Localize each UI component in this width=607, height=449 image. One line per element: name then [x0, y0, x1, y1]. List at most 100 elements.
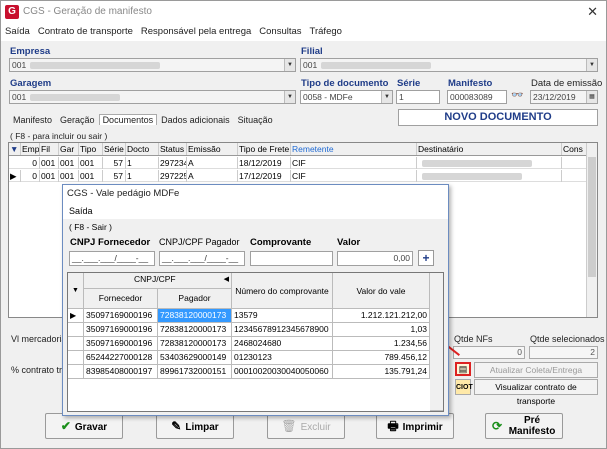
chevron-down-icon: ▼ — [381, 91, 392, 103]
window-title: CGS - Geração de manifesto — [23, 6, 152, 17]
gravar-button[interactable]: ✔ Gravar — [45, 413, 123, 439]
printer-icon: 🖶 — [387, 419, 399, 433]
col-emissao[interactable]: Emissão — [187, 143, 238, 155]
tipo-doc-label: Tipo de documento — [301, 78, 389, 89]
garagem-label: Garagem — [10, 78, 52, 89]
cell-valor[interactable]: 135.791,24 — [333, 365, 430, 379]
col-tipo[interactable]: Tipo — [79, 143, 103, 155]
cell-valor[interactable]: 1,03 — [333, 323, 430, 337]
dialog-menu-saida[interactable]: Saída — [63, 203, 448, 219]
tab-documentos[interactable]: Documentos — [98, 114, 158, 125]
cell-pagador[interactable]: 89961732000151 — [158, 365, 232, 379]
col-pagador[interactable]: Pagador — [158, 289, 232, 309]
pct-contrato-label: % contrato tra — [11, 365, 68, 375]
pre-manifesto-button[interactable]: ⟳ Pré Manifesto — [485, 413, 563, 439]
dialog-grid-scrollbar[interactable] — [430, 273, 443, 411]
table-row[interactable]: ▶ 0 001 001 001 57 1 297225 A 17/12/2019… — [9, 170, 597, 182]
garagem-select[interactable]: 001 ▼ — [9, 90, 296, 104]
cell-valor[interactable]: 1.234,56 — [333, 337, 430, 351]
row-pointer-icon: ▶ — [68, 309, 84, 323]
cell-numero[interactable]: 01230123 — [232, 351, 333, 365]
refresh-icon: ⟳ — [492, 419, 503, 433]
col-destinatario[interactable]: Destinatário — [417, 143, 562, 155]
imprimir-button[interactable]: 🖶 Imprimir — [376, 413, 454, 439]
col-valor[interactable]: Valor do vale — [333, 273, 430, 309]
cell-pagador[interactable]: 72838120000173 — [158, 323, 232, 337]
serie-label: Série — [397, 78, 421, 89]
tab-situacao[interactable]: Situação — [234, 114, 277, 126]
grid-scrollbar[interactable] — [586, 143, 597, 317]
cell-pagador[interactable]: 53403629000149 — [158, 351, 232, 365]
cell-pagador-selected[interactable]: 72838120000173 — [158, 309, 232, 323]
cell-fornecedor[interactable]: 35097169000196 — [84, 337, 158, 351]
cell-valor[interactable]: 1.212.121.212,00 — [333, 309, 430, 323]
cnpj-fornecedor-input[interactable]: __.___.___/____-__ — [69, 251, 155, 266]
col-fil[interactable]: Fil — [40, 143, 59, 155]
col-cons[interactable]: Cons — [562, 143, 587, 155]
status-banner: NOVO DOCUMENTO — [398, 109, 598, 126]
empresa-label: Empresa — [10, 46, 51, 57]
cell-pagador[interactable]: 72838120000173 — [158, 337, 232, 351]
dialog-hint: ( F8 - Sair ) — [69, 222, 112, 232]
col-docto[interactable]: Docto — [126, 143, 159, 155]
close-button[interactable]: ✕ — [587, 4, 598, 20]
valor-input[interactable]: 0,00 — [337, 251, 413, 266]
cell-numero[interactable]: 13579 — [232, 309, 333, 323]
col-gar[interactable]: Gar — [59, 143, 79, 155]
menu-consultas[interactable]: Consultas — [255, 23, 305, 40]
menu-trafego[interactable]: Tráfego — [306, 23, 346, 40]
menu-saida[interactable]: Saída — [1, 23, 34, 40]
grid-hint: ( F8 - para incluir ou sair ) — [10, 131, 108, 141]
col-remetente[interactable]: Remetente — [291, 143, 417, 155]
tab-manifesto[interactable]: Manifesto — [9, 114, 56, 126]
qtde-selecionados-label: Qtde selecionados — [530, 334, 605, 344]
table-row[interactable]: 0 001 001 001 57 1 297234 A 18/12/2019 C… — [9, 157, 597, 169]
cell-fornecedor[interactable]: 35097169000196 — [84, 323, 158, 337]
chevron-down-icon: ▼ — [284, 91, 295, 103]
empresa-select[interactable]: 001 ▼ — [9, 58, 296, 72]
tab-geracao[interactable]: Geração — [56, 114, 99, 126]
calendar-icon[interactable]: ▦ — [586, 91, 597, 103]
limpar-button[interactable]: ✎ Limpar — [156, 413, 234, 439]
manifesto-input[interactable]: 000083089 — [447, 90, 507, 104]
cell-numero[interactable]: 00010020030040050060 — [232, 365, 333, 379]
menu-bar: Saída Contrato de transporte Responsável p… — [1, 23, 606, 41]
col-numero[interactable]: Número do comprovante — [232, 273, 333, 309]
cell-numero[interactable]: 12345678912345678900 — [232, 323, 333, 337]
col-group-cnpj: CNPJ/CPF ◀ — [84, 273, 232, 289]
col-status[interactable]: Status — [159, 143, 187, 155]
comprovante-input[interactable] — [250, 251, 333, 266]
vale-pedagio-dialog: CGS - Vale pedágio MDFe Saída ( F8 - Sai… — [62, 184, 449, 416]
cnpj-pagador-input[interactable]: __.___.___/____-__ — [159, 251, 245, 266]
col-tipo-frete[interactable]: Tipo de Frete — [238, 143, 291, 155]
menu-responsavel[interactable]: Responsável pela entrega — [137, 23, 255, 40]
ciot-icon[interactable]: CIOT — [455, 379, 473, 395]
grid-header: ▼ Emp Fil Gar Tipo Série Docto Status Em… — [9, 143, 597, 156]
filial-select[interactable]: 001 ▼ — [300, 58, 598, 72]
cell-fornecedor[interactable]: 65244227000128 — [84, 351, 158, 365]
menu-contrato[interactable]: Contrato de transporte — [34, 23, 137, 40]
title-bar: G CGS - Geração de manifesto ✕ — [1, 1, 606, 23]
qtde-nfs-value: 0 — [453, 346, 525, 359]
comprovante-label: Comprovante — [250, 237, 312, 248]
cell-fornecedor[interactable]: 35097169000196 — [84, 309, 158, 323]
binoculars-icon[interactable]: 👓 — [511, 90, 523, 101]
excluir-button[interactable]: 🗑 Excluir — [267, 413, 345, 439]
add-button[interactable]: + — [418, 250, 434, 266]
data-emissao-input[interactable]: 23/12/2019 ▦ — [530, 90, 598, 104]
col-fornecedor[interactable]: Fornecedor — [84, 289, 158, 309]
col-serie[interactable]: Série — [103, 143, 126, 155]
check-icon: ✔ — [60, 419, 71, 433]
vale-pedagio-icon[interactable]: ▤ — [455, 362, 471, 376]
cell-numero[interactable]: 2468024680 — [232, 337, 333, 351]
col-emp[interactable]: Emp — [21, 143, 40, 155]
atualizar-coleta-button[interactable]: Atualizar Coleta/Entrega — [474, 362, 598, 378]
qtde-nfs-label: Qtde NFs — [454, 334, 493, 344]
serie-input[interactable]: 1 — [396, 90, 440, 104]
cnpj-fornecedor-label: CNPJ Fornecedor — [70, 237, 151, 248]
cell-fornecedor[interactable]: 83985408000197 — [84, 365, 158, 379]
visualizar-contrato-button[interactable]: Visualizar contrato de transporte — [474, 379, 598, 406]
cell-valor[interactable]: 789.456,12 — [333, 351, 430, 365]
tipo-doc-select[interactable]: 0058 - MDFe ▼ — [300, 90, 393, 104]
tab-dados-adicionais[interactable]: Dados adicionais — [157, 114, 234, 126]
